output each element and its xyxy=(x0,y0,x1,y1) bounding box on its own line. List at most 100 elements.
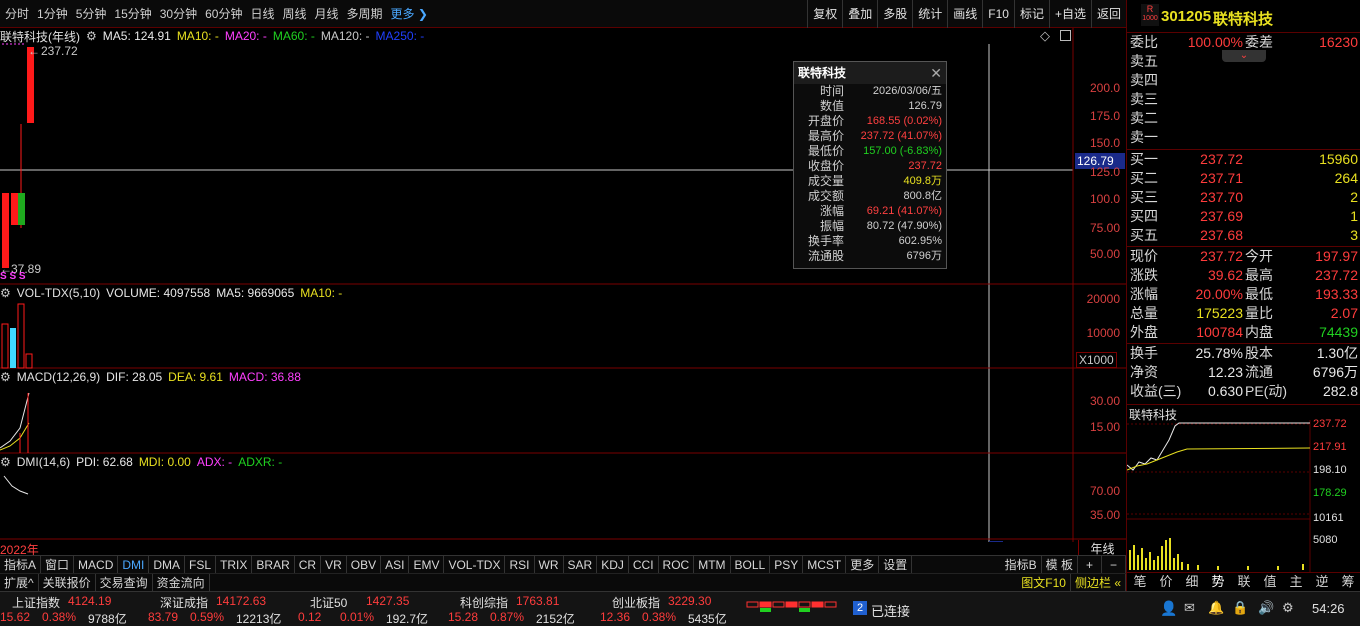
side-tab[interactable]: 势 xyxy=(1205,573,1231,591)
volume-settings-icon[interactable]: ⚙ xyxy=(0,286,11,300)
aux-tabs-left: 扩展^ 关联报价 交易查询 资金流向 xyxy=(0,574,210,592)
index-name[interactable]: 深证成指 xyxy=(160,594,208,611)
period-tab[interactable]: 30分钟 xyxy=(155,0,200,28)
lock-icon[interactable]: 🔒 xyxy=(1232,600,1248,616)
indicator-tabs-left: 指标A 窗口 MACD DMI DMA FSL TRIX BRAR CR VR OBV ASI EMV V… xyxy=(0,556,913,574)
index-amount: 9788亿 xyxy=(88,612,127,626)
aux-tab[interactable]: 关联报价 xyxy=(39,574,96,592)
indicator-tab[interactable]: BOLL xyxy=(731,556,771,574)
period-tab[interactable]: 日线 xyxy=(245,0,277,28)
side-tab[interactable]: 逆 xyxy=(1309,573,1335,591)
period-tab[interactable]: 5分钟 xyxy=(71,0,110,28)
aux-tab[interactable]: 侧边栏 « xyxy=(1071,574,1126,592)
toolbar-button[interactable]: 叠加 xyxy=(842,0,877,28)
toolbar-button[interactable]: 多股 xyxy=(877,0,912,28)
indicator-tab[interactable]: WR xyxy=(535,556,564,574)
side-tab[interactable]: 笔 xyxy=(1127,573,1153,591)
indicator-tab[interactable]: DMI xyxy=(118,556,150,574)
buy-row[interactable]: 买四 237.69 1 xyxy=(1127,207,1360,226)
user-icon[interactable]: 👤 xyxy=(1160,600,1177,617)
index-name[interactable]: 上证指数 xyxy=(12,594,60,611)
indicator-tab[interactable]: ASI xyxy=(381,556,410,574)
sell-label: 卖五 xyxy=(1130,53,1158,69)
period-tab[interactable]: 15分钟 xyxy=(109,0,154,28)
indicator-tab[interactable]: MCST xyxy=(803,556,847,574)
indicator-tab[interactable]: DMA xyxy=(149,556,186,574)
y-tick-label: 200.0 xyxy=(1089,81,1120,95)
speaker-icon[interactable]: 🔊 xyxy=(1258,600,1274,616)
buy-row[interactable]: 买三 237.70 2 xyxy=(1127,188,1360,207)
close-icon[interactable]: ✕ xyxy=(930,62,942,84)
toolbar-button[interactable]: 复权 xyxy=(807,0,842,28)
toolbar-button[interactable]: 返回 xyxy=(1090,0,1126,28)
indicator-tab[interactable]: FSL xyxy=(185,556,217,574)
index-name[interactable]: 北证50 xyxy=(310,594,347,611)
index-name[interactable]: 创业板指 xyxy=(612,594,660,611)
add-indicator-icon[interactable]: + xyxy=(1078,556,1102,574)
index-amount: 12213亿 xyxy=(236,612,282,626)
indicator-tab[interactable]: EMV xyxy=(409,556,445,574)
indicator-tab[interactable]: MTM xyxy=(694,556,731,574)
toolbar-button[interactable]: 标记 xyxy=(1013,0,1049,28)
aux-tab[interactable]: 扩展^ xyxy=(0,574,39,592)
indicator-tab[interactable]: CR xyxy=(295,556,322,574)
side-tab[interactable]: 价 xyxy=(1153,573,1179,591)
indicator-tab[interactable]: 指标B xyxy=(1001,556,1042,574)
period-tab[interactable]: 1分钟 xyxy=(32,0,71,28)
buy-row[interactable]: 买一 237.72 15960 xyxy=(1127,150,1360,169)
indicator-tab[interactable]: PSY xyxy=(770,556,804,574)
indicator-tab[interactable]: SAR xyxy=(564,556,598,574)
side-tab[interactable]: 联 xyxy=(1231,573,1257,591)
indicator-tab[interactable]: ROC xyxy=(659,556,695,574)
period-tab[interactable]: 月线 xyxy=(310,0,342,28)
period-tab[interactable]: 更多 ❯ xyxy=(386,0,431,28)
aux-tab[interactable]: 交易查询 xyxy=(96,574,153,592)
period-tab[interactable]: 多周期 xyxy=(342,0,386,28)
toolbar-button[interactable]: 画线 xyxy=(947,0,982,28)
y-tick-label: 75.00 xyxy=(1089,221,1120,235)
candle-2024 xyxy=(18,193,25,225)
indicator-tab[interactable]: KDJ xyxy=(597,556,629,574)
dmi-settings-icon[interactable]: ⚙ xyxy=(0,455,11,469)
side-tab[interactable]: 细 xyxy=(1179,573,1205,591)
side-tab[interactable]: 主 xyxy=(1283,573,1309,591)
toolbar-button[interactable]: F10 xyxy=(982,0,1014,28)
period-tab[interactable]: 周线 xyxy=(277,0,309,28)
aux-tab[interactable]: 图文F10 xyxy=(1017,574,1071,592)
indicator-tab[interactable]: OBV xyxy=(347,556,382,574)
indicator-tab[interactable]: BRAR xyxy=(252,556,295,574)
toolbar-button[interactable]: 统计 xyxy=(912,0,947,28)
indicator-tab[interactable]: CCI xyxy=(629,556,659,574)
indicator-tab[interactable]: 更多 xyxy=(846,556,880,574)
connection-status[interactable]: 已连接 xyxy=(871,601,910,620)
indicator-tab[interactable]: VR xyxy=(321,556,347,574)
indicator-tab[interactable]: VOL-TDX xyxy=(444,556,506,574)
mail-icon[interactable]: ✉ xyxy=(1184,600,1195,616)
index-name[interactable]: 科创综指 xyxy=(460,594,508,611)
period-tab[interactable]: 60分钟 xyxy=(200,0,245,28)
indicator-tab[interactable]: MACD xyxy=(74,556,119,574)
toolbar-button[interactable]: +自选 xyxy=(1048,0,1091,28)
indicator-tab[interactable]: 窗口 xyxy=(41,556,75,574)
indicator-tab[interactable]: 模 板 xyxy=(1042,556,1078,574)
side-tab[interactable]: 值 xyxy=(1257,573,1283,591)
indicator-tab[interactable]: 设置 xyxy=(879,556,913,574)
macd-settings-icon[interactable]: ⚙ xyxy=(0,370,11,384)
period-tab[interactable]: 分时 xyxy=(0,0,32,28)
buy-row[interactable]: 买五 237.68 3 xyxy=(1127,226,1360,245)
remove-indicator-icon[interactable]: − xyxy=(1102,556,1126,574)
chart-area[interactable]: 联特科技(年线) ⚙ MA5: 124.91 MA10: - MA20: - M… xyxy=(0,28,1126,557)
settings-icon[interactable]: ⚙ xyxy=(1282,600,1294,616)
index-value: 14172.63 xyxy=(216,594,267,608)
buy-row[interactable]: 买二 237.71 264 xyxy=(1127,169,1360,188)
weibi-label: 委比 xyxy=(1130,34,1158,50)
aux-tab[interactable]: 资金流向 xyxy=(153,574,210,592)
indicator-tab[interactable]: TRIX xyxy=(216,556,253,574)
dmi-pdi-line xyxy=(3,475,29,495)
side-tab[interactable]: 筹 xyxy=(1335,573,1360,591)
stat-value: 25.78% xyxy=(1195,345,1243,361)
indicator-tab[interactable]: RSI xyxy=(505,556,535,574)
stock-code: 301205 xyxy=(1161,8,1212,25)
indicator-tab[interactable]: 指标A xyxy=(0,556,42,574)
bell-icon[interactable]: 🔔 xyxy=(1208,600,1224,616)
